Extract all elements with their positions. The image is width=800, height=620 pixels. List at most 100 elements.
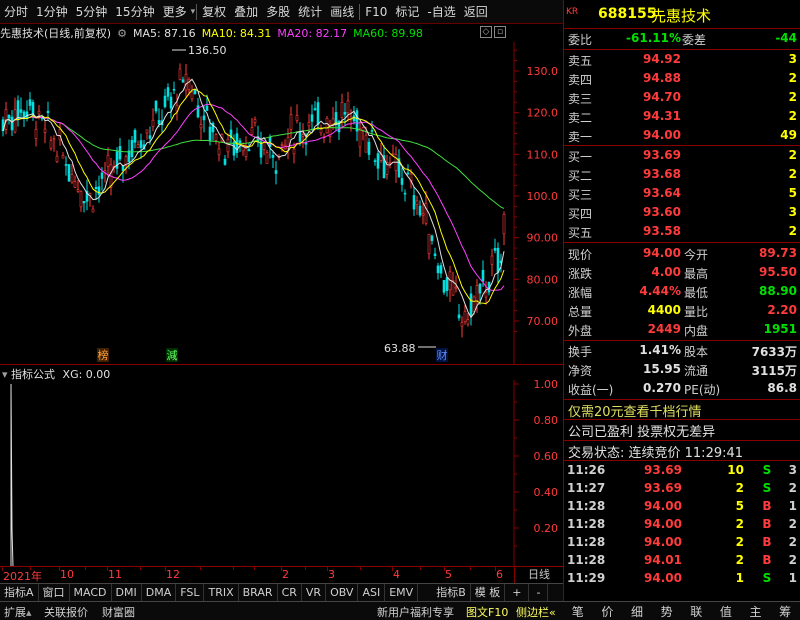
candle[interactable] — [286, 128, 290, 160]
candle[interactable] — [136, 140, 140, 148]
candle[interactable] — [160, 109, 164, 133]
wealth-circle-button[interactable]: 财富圈 — [102, 604, 135, 620]
toolbar-item-4[interactable]: 更多 — [159, 0, 191, 24]
candle[interactable] — [466, 313, 470, 327]
candle[interactable] — [223, 154, 227, 166]
candle[interactable] — [493, 238, 497, 254]
candle[interactable] — [301, 123, 305, 149]
panel-tab-4[interactable]: 联 — [690, 603, 702, 620]
candle[interactable] — [172, 81, 176, 95]
candle[interactable] — [328, 120, 332, 143]
toolbar-item-11[interactable]: 标记 — [391, 0, 423, 24]
candle[interactable] — [484, 281, 488, 305]
candle[interactable] — [256, 125, 260, 148]
indicator-tab-3[interactable]: DMI — [112, 584, 142, 601]
candle[interactable] — [79, 190, 83, 212]
candle[interactable] — [271, 150, 275, 169]
sell-level-row[interactable]: 卖三 94.70 2 — [564, 88, 800, 107]
candle[interactable] — [346, 91, 350, 122]
candle[interactable] — [55, 150, 59, 163]
marker-financial[interactable]: 财 — [437, 348, 448, 362]
candle[interactable] — [16, 95, 20, 127]
candle[interactable] — [319, 124, 323, 136]
candle[interactable] — [451, 271, 455, 296]
indicator-tab-2[interactable]: MACD — [70, 584, 112, 601]
candle[interactable] — [463, 304, 467, 325]
candle[interactable] — [457, 303, 461, 321]
candle[interactable] — [214, 133, 218, 145]
buy-level-row[interactable]: 买四 93.60 3 — [564, 203, 800, 222]
settings-gear-icon[interactable]: ⚙ — [117, 27, 127, 40]
sell-level-row[interactable]: 卖一 94.00 49 — [564, 126, 800, 145]
restore-icon[interactable]: ◇ — [480, 26, 492, 38]
candle[interactable] — [13, 97, 17, 134]
candle[interactable] — [412, 186, 416, 216]
candle[interactable] — [310, 104, 314, 131]
buy-level-row[interactable]: 买一 93.69 2 — [564, 146, 800, 165]
candle[interactable] — [85, 179, 89, 211]
maximize-icon[interactable]: ▫ — [494, 26, 506, 38]
panel-tab-3[interactable]: 势 — [661, 603, 673, 620]
candle[interactable] — [358, 118, 362, 157]
candle[interactable] — [313, 101, 317, 111]
candle[interactable] — [496, 242, 500, 285]
marker-list[interactable]: 榜 — [98, 348, 109, 362]
toolbar-item-0[interactable]: 分时 — [0, 0, 32, 24]
candle[interactable] — [400, 167, 404, 192]
candle[interactable] — [250, 118, 254, 136]
buy-level-row[interactable]: 买二 93.68 2 — [564, 165, 800, 184]
candle[interactable] — [388, 156, 392, 169]
candle[interactable] — [28, 92, 32, 111]
candle[interactable] — [52, 135, 56, 152]
candle[interactable] — [391, 144, 395, 156]
candle[interactable] — [460, 316, 464, 338]
candle[interactable] — [217, 142, 221, 162]
candle[interactable] — [427, 233, 431, 260]
toolbar-item-6[interactable]: 叠加 — [230, 0, 262, 24]
indicator-tab-16[interactable]: - — [529, 584, 549, 601]
candle[interactable] — [373, 158, 377, 166]
candle[interactable] — [163, 88, 167, 109]
sidebar-toggle-button[interactable]: 侧边栏« — [516, 604, 556, 620]
candle[interactable] — [43, 119, 47, 144]
toolbar-item-7[interactable]: 多股 — [262, 0, 294, 24]
candle[interactable] — [403, 189, 407, 202]
indicator-tab-13[interactable]: 指标B — [432, 584, 471, 601]
candle[interactable] — [436, 262, 440, 280]
indicator-tab-14[interactable]: 模 板 — [471, 584, 506, 601]
candle[interactable] — [283, 139, 287, 150]
new-user-promo-link[interactable]: 新用户福利专享 — [377, 604, 454, 620]
toolbar-item-3[interactable]: 15分钟 — [111, 0, 158, 24]
candle[interactable] — [421, 201, 425, 225]
candle[interactable] — [19, 97, 23, 119]
candle[interactable] — [442, 280, 446, 295]
toolbar-item-10[interactable]: F10 — [361, 0, 391, 24]
candle[interactable] — [175, 93, 179, 121]
candle[interactable] — [139, 133, 143, 159]
toolbar-item-8[interactable]: 统计 — [294, 0, 326, 24]
toolbar-item-13[interactable]: 返回 — [460, 0, 492, 24]
indicator-tab-15[interactable]: + — [505, 584, 530, 601]
sell-level-row[interactable]: 卖四 94.88 2 — [564, 69, 800, 88]
kline-chart[interactable]: 130.0 120.0 110.0 100.0 90.00 80.00 70.00 136.5… — [0, 42, 563, 364]
candle[interactable] — [97, 175, 101, 203]
indicator-tab-12[interactable]: EMV — [385, 584, 419, 601]
indicator-tab-11[interactable]: ASI — [358, 584, 386, 601]
toolbar-item-1[interactable]: 1分钟 — [32, 0, 72, 24]
panel-tab-6[interactable]: 主 — [750, 603, 762, 620]
candle[interactable] — [64, 156, 68, 176]
candle[interactable] — [433, 247, 437, 260]
indicator-tab-9[interactable]: VR — [302, 584, 327, 601]
candle[interactable] — [4, 101, 8, 135]
toolbar-item-2[interactable]: 5分钟 — [72, 0, 112, 24]
candle[interactable] — [133, 128, 137, 149]
candle[interactable] — [274, 161, 278, 185]
panel-tab-7[interactable]: 筹 — [779, 603, 791, 620]
candle[interactable] — [262, 141, 266, 156]
candle[interactable] — [394, 146, 398, 183]
candle[interactable] — [184, 64, 188, 98]
indicator-tab-5[interactable]: FSL — [176, 584, 205, 601]
candle[interactable] — [106, 147, 110, 177]
candle[interactable] — [82, 201, 86, 213]
level2-promo-link[interactable]: 仅需20元查看千档行情 — [568, 401, 702, 420]
